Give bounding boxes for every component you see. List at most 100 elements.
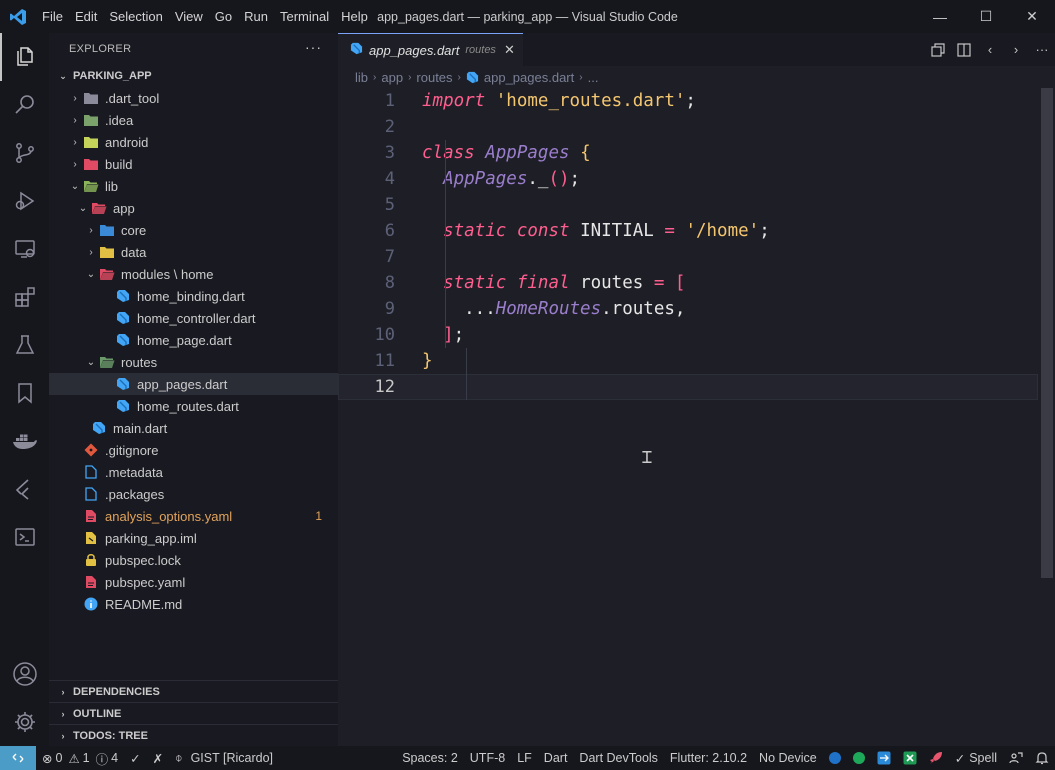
menu-file[interactable]: File — [36, 0, 69, 33]
source-control-icon[interactable] — [0, 129, 49, 177]
tree-file-item[interactable]: home_controller.dart — [49, 307, 338, 329]
tree-folder-item[interactable]: ⌄ app — [49, 197, 338, 219]
problems-indicator[interactable]: ⊗ 0 ⚠ 1 ⓘ 4 — [36, 749, 124, 768]
breadcrumb-file[interactable]: app_pages.dart — [484, 70, 574, 85]
close-tab-icon[interactable]: ✕ — [504, 42, 515, 58]
maximize-button[interactable]: ☐ — [963, 0, 1009, 33]
tree-file-item[interactable]: main.dart — [49, 417, 338, 439]
breadcrumb-routes[interactable]: routes — [416, 70, 452, 85]
tree-folder-item[interactable]: › android — [49, 131, 338, 153]
excel-icon[interactable] — [897, 751, 923, 765]
dart-devtools-status[interactable]: Dart DevTools — [573, 751, 664, 765]
code-line[interactable]: 12 — [338, 374, 1038, 400]
section-outline[interactable]: › OUTLINE — [49, 702, 338, 724]
code-line[interactable]: 8 static final routes = [ — [338, 270, 1038, 296]
tree-folder-item[interactable]: › .dart_tool — [49, 87, 338, 109]
tree-folder-item[interactable]: ⌄ modules \ home — [49, 263, 338, 285]
explorer-icon[interactable] — [0, 33, 49, 81]
tree-file-item[interactable]: .metadata — [49, 461, 338, 483]
encoding-status[interactable]: UTF-8 — [464, 751, 511, 765]
menu-help[interactable]: Help — [335, 0, 374, 33]
navigate-forward-icon[interactable]: › — [1003, 42, 1029, 57]
extensions-icon[interactable] — [0, 273, 49, 321]
tree-folder-item[interactable]: › build — [49, 153, 338, 175]
code-line[interactable]: 4 AppPages._(); — [338, 166, 1038, 192]
feedback-icon[interactable] — [1003, 751, 1029, 765]
tree-file-item[interactable]: pubspec.yaml — [49, 571, 338, 593]
code-line[interactable]: 9 ...HomeRoutes.routes, — [338, 296, 1038, 322]
powershell-icon[interactable] — [0, 513, 49, 561]
blue-dot-icon[interactable] — [823, 752, 847, 764]
tab-app-pages[interactable]: app_pages.dart routes ✕ — [338, 33, 523, 66]
breadcrumb-lib[interactable]: lib — [355, 70, 368, 85]
docker-icon[interactable] — [0, 417, 49, 465]
code-line[interactable]: 1 import 'home_routes.dart'; — [338, 88, 1038, 114]
open-changes-icon[interactable] — [925, 42, 951, 57]
flutter-version-status[interactable]: Flutter: 2.10.2 — [664, 751, 753, 765]
close-window-button[interactable]: ✕ — [1009, 0, 1055, 33]
navigate-back-icon[interactable]: ‹ — [977, 42, 1003, 57]
menu-edit[interactable]: Edit — [69, 0, 103, 33]
testing-icon[interactable] — [0, 321, 49, 369]
remote-indicator[interactable] — [0, 746, 36, 770]
tree-file-item[interactable]: analysis_options.yaml 1 — [49, 505, 338, 527]
tree-file-item[interactable]: home_routes.dart — [49, 395, 338, 417]
code-line[interactable]: 6 static const INITIAL = '/home'; — [338, 218, 1038, 244]
section-dependencies[interactable]: › DEPENDENCIES — [49, 680, 338, 702]
code-line[interactable]: 2 — [338, 114, 1038, 140]
tree-file-item[interactable]: home_binding.dart — [49, 285, 338, 307]
tree-file-item[interactable]: .gitignore — [49, 439, 338, 461]
tree-file-item[interactable]: pubspec.lock — [49, 549, 338, 571]
tree-file-item[interactable]: parking_app.iml — [49, 527, 338, 549]
workspace-root[interactable]: ⌄ PARKING_APP — [49, 65, 338, 87]
check-status[interactable]: ✓ — [124, 751, 146, 766]
tree-file-item[interactable]: app_pages.dart — [49, 373, 338, 395]
code-editor[interactable]: 1 import 'home_routes.dart'; 2 3 class AppPa… — [338, 88, 1038, 400]
breadcrumb-app[interactable]: app — [381, 70, 403, 85]
menu-terminal[interactable]: Terminal — [274, 0, 335, 33]
split-editor-icon[interactable] — [951, 42, 977, 57]
code-line[interactable]: 7 — [338, 244, 1038, 270]
problem-count-badge: 1 — [315, 509, 322, 523]
remote-explorer-icon[interactable] — [0, 225, 49, 273]
spell-check-status[interactable]: ✓ Spell — [949, 751, 1003, 766]
account-icon[interactable] — [0, 650, 49, 698]
bookmarks-icon[interactable] — [0, 369, 49, 417]
minimize-button[interactable]: — — [917, 0, 963, 33]
code-line[interactable]: 5 — [338, 192, 1038, 218]
menu-selection[interactable]: Selection — [103, 0, 168, 33]
menu-go[interactable]: Go — [209, 0, 238, 33]
code-line[interactable]: 3 class AppPages { — [338, 140, 1038, 166]
gist-status[interactable]: ⌽ GIST [Ricardo] — [169, 751, 279, 766]
language-mode-status[interactable]: Dart — [538, 751, 574, 765]
live-share-icon[interactable] — [871, 751, 897, 765]
manage-gear-icon[interactable] — [0, 698, 49, 746]
more-editor-actions-icon[interactable]: ··· — [1029, 42, 1055, 57]
run-debug-icon[interactable] — [0, 177, 49, 225]
code-line[interactable]: 11} — [338, 348, 1038, 374]
tree-folder-item[interactable]: › data — [49, 241, 338, 263]
tree-folder-item[interactable]: › .idea — [49, 109, 338, 131]
notifications-bell-icon[interactable] — [1029, 751, 1055, 765]
tree-file-item[interactable]: .packages — [49, 483, 338, 505]
breadcrumb-symbol[interactable]: ... — [588, 70, 599, 85]
editor-scrollbar[interactable] — [1041, 88, 1053, 578]
green-dot-icon[interactable] — [847, 752, 871, 764]
code-line[interactable]: 10 ]; — [338, 322, 1038, 348]
tree-folder-item[interactable]: ⌄ routes — [49, 351, 338, 373]
tree-folder-item[interactable]: › core — [49, 219, 338, 241]
eol-status[interactable]: LF — [511, 751, 538, 765]
more-actions-icon[interactable]: ··· — [305, 39, 322, 55]
flutter-icon[interactable] — [0, 465, 49, 513]
tree-file-item[interactable]: README.md — [49, 593, 338, 615]
tree-folder-item[interactable]: ⌄ lib — [49, 175, 338, 197]
tree-file-item[interactable]: home_page.dart — [49, 329, 338, 351]
device-status[interactable]: No Device — [753, 751, 823, 765]
x-status[interactable]: ✗ — [147, 751, 169, 766]
section-todos-tree[interactable]: › TODOS: TREE — [49, 724, 338, 746]
indentation-status[interactable]: Spaces: 2 — [396, 751, 464, 765]
rocket-icon[interactable] — [923, 751, 949, 765]
menu-view[interactable]: View — [169, 0, 209, 33]
search-icon[interactable] — [0, 81, 49, 129]
menu-run[interactable]: Run — [238, 0, 274, 33]
